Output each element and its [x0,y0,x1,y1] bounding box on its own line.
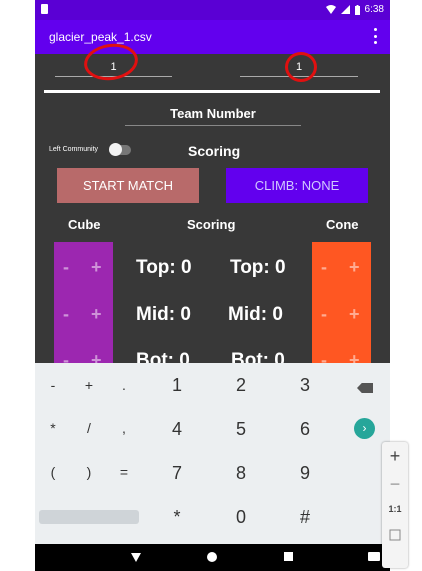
cone-mid-minus-button[interactable]: - [321,304,327,325]
navigation-bar [35,544,390,571]
backspace-icon[interactable] [357,383,373,393]
divider [44,90,380,93]
key-period[interactable]: . [104,377,144,393]
cube-mid-plus-button[interactable]: + [91,304,102,325]
key-comma[interactable]: , [104,420,144,436]
climb-button[interactable]: CLIMB: NONE [226,168,368,203]
key-9[interactable]: 9 [285,463,325,484]
cone-header: Cone [326,217,359,232]
wifi-icon [325,5,336,14]
key-7[interactable]: 7 [157,463,197,484]
app-bar: glacier_peak_1.csv [35,20,390,54]
annotation-circle-right [285,52,317,82]
team-number-label: Team Number [125,106,301,126]
cube-column: - + - + - + [54,242,113,372]
key-close-paren[interactable]: ) [69,464,109,480]
cube-top-minus-button[interactable]: - [63,257,69,278]
key-slash[interactable]: / [69,420,109,436]
key-5[interactable]: 5 [221,419,261,440]
app-title: glacier_peak_1.csv [49,30,152,44]
key-star[interactable]: * [157,507,197,528]
cube-header: Cube [68,217,101,232]
status-time: 6:38 [364,4,384,15]
cube-mid-score: Mid: 0 [136,304,191,325]
cone-top-minus-button[interactable]: - [321,257,327,278]
cube-mid-minus-button[interactable]: - [63,304,69,325]
cone-top-plus-button[interactable]: + [349,257,360,278]
start-match-button[interactable]: START MATCH [57,168,199,203]
key-1[interactable]: 1 [157,375,197,396]
key-minus[interactable]: - [35,377,73,393]
keyboard-icon[interactable] [368,552,380,561]
status-bar: 6:38 [35,0,390,20]
battery-icon [354,4,360,15]
status-icons: 6:38 [325,4,384,15]
key-plus[interactable]: + [69,377,109,393]
key-asterisk[interactable]: * [35,420,73,436]
scoring-label: Scoring [188,143,241,159]
left-community-label: Left Community [49,146,99,153]
key-3[interactable]: 3 [285,375,325,396]
key-equals[interactable]: = [104,464,144,480]
notification-icon [41,4,48,14]
cone-column: - + - + - + [312,242,371,372]
zoom-controls: + − 1:1 [382,442,408,568]
switch-knob [109,143,122,156]
space-key[interactable] [39,510,139,524]
back-icon[interactable] [131,553,141,562]
scoring-header: Scoring [187,217,236,232]
signal-icon [340,5,350,14]
phone-screen: 6:38 glacier_peak_1.csv 1 1 Team Number … [35,0,390,571]
key-open-paren[interactable]: ( [35,464,73,480]
recents-icon[interactable] [284,552,293,561]
cone-mid-plus-button[interactable]: + [349,304,360,325]
key-0[interactable]: 0 [221,507,261,528]
key-4[interactable]: 4 [157,419,197,440]
chevron-right-icon: › [362,421,367,435]
numeric-keyboard: - + . 1 2 3 * / , 4 5 6 › ( ) = 7 8 9 * … [35,363,390,544]
cone-top-score: Top: 0 [230,257,286,278]
cube-top-plus-button[interactable]: + [91,257,102,278]
key-8[interactable]: 8 [221,463,261,484]
go-button[interactable]: › [354,418,375,439]
cube-top-score: Top: 0 [136,257,192,278]
key-2[interactable]: 2 [221,375,261,396]
zoom-out-button[interactable]: − [382,474,408,495]
overflow-menu-icon[interactable] [372,28,378,44]
zoom-in-button[interactable]: + [382,446,408,467]
home-icon[interactable] [207,552,217,562]
zoom-ratio-button[interactable]: 1:1 [382,504,408,514]
cone-mid-score: Mid: 0 [228,304,283,325]
left-community-switch[interactable] [109,143,131,156]
fit-screen-icon[interactable] [382,528,408,546]
key-hash[interactable]: # [285,507,325,528]
key-6[interactable]: 6 [285,419,325,440]
